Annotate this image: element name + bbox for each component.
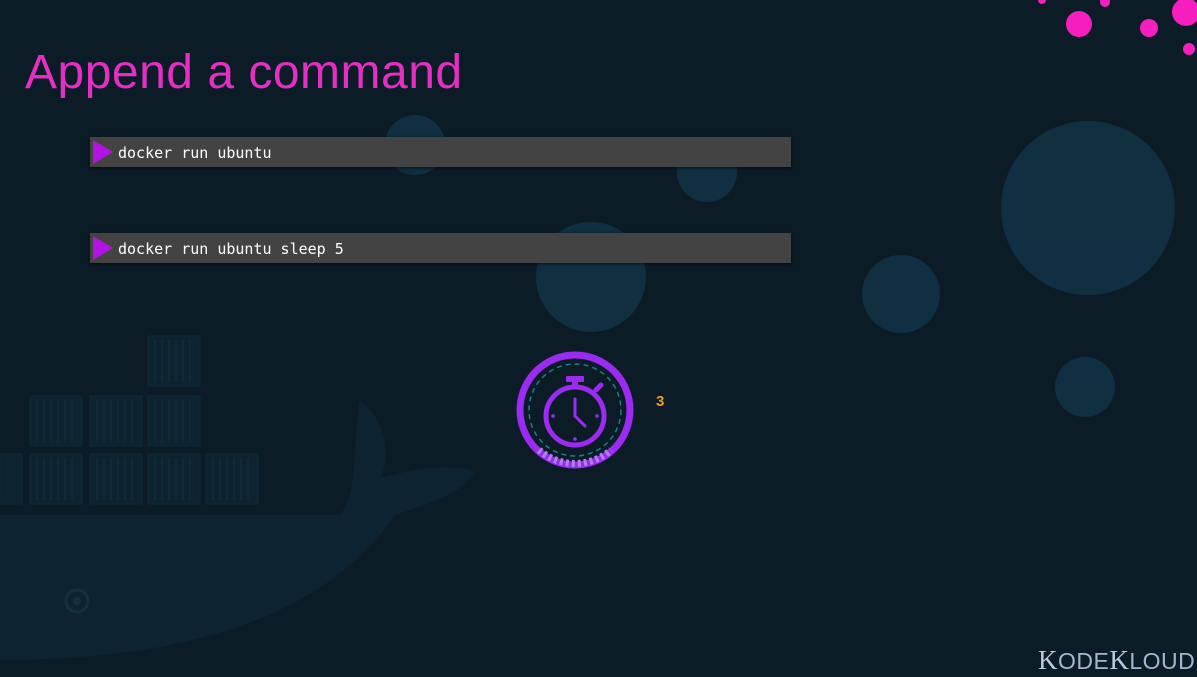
logo-text: ODE [1058,648,1110,674]
countdown-value: 3 [656,393,665,410]
command-text: docker run ubuntu [118,144,272,162]
stopwatch-icon [516,351,634,469]
play-arrow-icon [93,140,113,164]
logo-k-glyph: K [1038,645,1058,675]
command-line-1: docker run ubuntu [90,137,791,167]
docker-whale-watermark [0,335,475,660]
pink-dots [1038,0,1197,55]
logo-text: LOUD [1129,648,1196,674]
command-line-2: docker run ubuntu sleep 5 [90,233,791,263]
play-arrow-icon [93,236,113,260]
slide-title: Append a command [25,46,463,99]
kodekloud-logo: KODEKLOUD [1038,645,1195,676]
command-text: docker run ubuntu sleep 5 [118,240,344,258]
logo-k-glyph: K [1109,645,1130,675]
